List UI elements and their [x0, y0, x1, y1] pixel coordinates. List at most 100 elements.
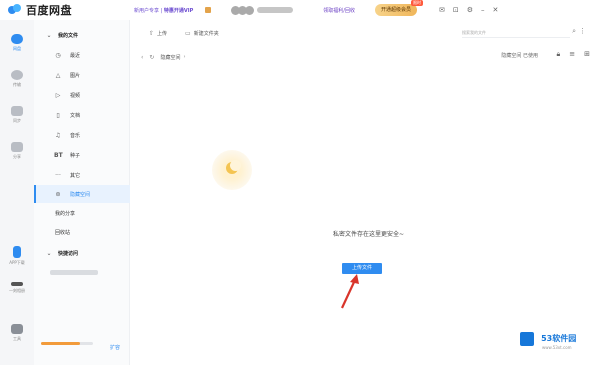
more-vertical-icon[interactable]: ⋮ — [579, 27, 586, 35]
folder-plus-icon: ▭ — [185, 29, 191, 37]
chevron-down-icon: ⌄ — [46, 31, 52, 39]
user-avatar[interactable] — [231, 5, 294, 15]
music-icon: ♫ — [55, 131, 61, 139]
upload-button[interactable]: ⇧ 上传 — [149, 30, 167, 37]
rail-item-cloud[interactable]: 网盘 — [0, 34, 34, 52]
watermark-box-icon — [520, 331, 534, 346]
sidebar-item-recycle-bin[interactable]: 回收站 — [34, 223, 130, 241]
rail-label: 一刻相册 — [9, 288, 25, 293]
back-icon[interactable]: ‹ — [141, 54, 143, 61]
settings-icon[interactable]: ⚙ — [467, 5, 473, 15]
rail-label: APP下载 — [9, 260, 25, 265]
bt-icon: BT — [54, 151, 63, 159]
rail-item-share[interactable]: 分享 — [0, 142, 34, 160]
empty-state-message: 私密文件存在这里更安全~ — [332, 231, 405, 238]
sidebar-item-label: 图片 — [70, 72, 81, 79]
red-arrow-annotation-icon — [341, 274, 359, 309]
watermark-logo: 53软件园 www.53xt.com — [520, 328, 576, 350]
promo-prefix: 新用户专享 — [134, 7, 160, 14]
sidebar-item-music[interactable]: ♫ 音乐 — [34, 126, 130, 144]
quick-access-item[interactable] — [50, 270, 98, 275]
welfare-link[interactable]: 领取福利/回收 — [323, 7, 355, 14]
rail-item-album[interactable]: 一刻相册 — [0, 282, 34, 294]
open-membership-button[interactable]: 开通超级会员 限时 — [374, 0, 423, 16]
app-window: 百度网盘 新用户专享 | 特惠开通VIP 领取福利/回收 开通超级会员 限时 ✉… — [0, 0, 596, 365]
sidebar: ⌄ 我的文件 ◷ 最近 △ 图片 ▷ 视频 ▯ 文档 ♫ 音乐 BT 种子 ··… — [34, 20, 130, 365]
sidebar-item-my-share[interactable]: 我的分享 — [34, 204, 130, 222]
new-folder-button[interactable]: ▭ 新建文件夹 — [185, 30, 219, 37]
cloud-logo-icon — [8, 4, 22, 16]
lock-icon[interactable]: 🔒︎ — [557, 50, 561, 59]
more-dots-icon: ··· — [55, 171, 61, 179]
sidebar-item-label: 其它 — [70, 172, 81, 179]
mail-icon[interactable]: ✉ — [439, 5, 445, 15]
left-rail: 网盘 传输 同步 分享 APP下载 一刻相册 工具 — [0, 20, 34, 365]
doc-icon: ▯ — [56, 111, 60, 119]
toolbar: ⇧ 上传 ▭ 新建文件夹 搜索我的文件 ⌕ ⋮ — [131, 20, 596, 46]
phone-icon — [13, 246, 21, 258]
search-icon[interactable]: ⌕ — [572, 27, 576, 36]
promo-text[interactable]: 新用户专享 | 特惠开通VIP — [134, 7, 193, 14]
lock-icon: ⊜ — [55, 190, 61, 198]
hidden-space-usage: 隐藏空间 已使用 — [501, 53, 538, 59]
chevron-down-icon: ⌄ — [46, 249, 52, 257]
sidebar-item-label: 隐藏空间 — [70, 191, 91, 198]
rail-item-app-download[interactable]: APP下载 — [0, 246, 34, 266]
vip-badge-icon[interactable] — [205, 7, 212, 13]
sidebar-item-label: 音乐 — [70, 132, 81, 139]
sidebar-item-images[interactable]: △ 图片 — [34, 66, 130, 84]
sidebar-item-label: 最近 — [70, 52, 81, 59]
rail-label: 同步 — [13, 118, 21, 123]
sidebar-item-other[interactable]: ··· 其它 — [34, 166, 130, 184]
sidebar-item-label: 回收站 — [55, 229, 71, 236]
sidebar-item-label: 文档 — [70, 112, 81, 119]
rail-label: 分享 — [13, 154, 21, 159]
skin-icon[interactable]: ⊡ — [453, 5, 459, 15]
chevron-right-icon: › — [183, 54, 186, 60]
close-icon[interactable]: ✕ — [493, 5, 499, 15]
app-title: 百度网盘 — [26, 4, 72, 17]
sidebar-item-docs[interactable]: ▯ 文档 — [34, 106, 130, 124]
moon-icon — [226, 160, 241, 174]
storage-progress-bar — [41, 342, 93, 345]
rail-label: 工具 — [13, 336, 21, 341]
cloud-icon — [11, 34, 23, 44]
window-controls: ✉ ⊡ ⚙ – ✕ — [439, 5, 506, 15]
rail-label: 传输 — [13, 82, 21, 87]
empty-state-illustration — [212, 150, 252, 190]
sidebar-item-videos[interactable]: ▷ 视频 — [34, 86, 130, 104]
sort-icon[interactable]: ≡ — [569, 50, 575, 59]
search-input[interactable]: 搜索我的文件 — [462, 28, 570, 38]
upload-label: 上传 — [157, 30, 168, 37]
expand-storage-link[interactable]: 扩容 — [110, 344, 120, 351]
breadcrumb-current[interactable]: 隐藏空间 — [160, 54, 180, 61]
rail-item-sync[interactable]: 同步 — [0, 106, 34, 124]
sidebar-item-torrents[interactable]: BT 种子 — [34, 146, 130, 164]
view-controls: 🔒︎ ≡ ⊞ — [548, 50, 590, 59]
storage-progress-fill — [41, 342, 80, 345]
sidebar-item-recent[interactable]: ◷ 最近 — [34, 46, 130, 64]
app-logo: 百度网盘 — [8, 2, 72, 18]
sidebar-item-hidden-space[interactable]: ⊜ 隐藏空间 — [34, 185, 130, 203]
sidebar-group-label: 快捷访问 — [58, 250, 79, 257]
sync-icon — [11, 106, 23, 116]
album-icon — [11, 282, 23, 286]
video-icon: ▷ — [55, 91, 61, 99]
sidebar-item-label: 视频 — [70, 92, 81, 99]
grid-view-icon[interactable]: ⊞ — [584, 50, 590, 59]
transfer-icon — [11, 70, 23, 80]
member-button-label: 开通超级会员 — [380, 7, 411, 13]
member-tag: 限时 — [411, 0, 423, 6]
rail-item-transfer[interactable]: 传输 — [0, 70, 34, 88]
new-folder-label: 新建文件夹 — [193, 30, 219, 37]
sidebar-group-quick-access[interactable]: ⌄ 快捷访问 — [34, 244, 130, 262]
watermark-url: www.53xt.com — [542, 345, 572, 350]
main-panel: ⇧ 上传 ▭ 新建文件夹 搜索我的文件 ⌕ ⋮ ‹ ↻ 隐藏空间 › 隐藏空间 … — [131, 20, 596, 365]
sidebar-group-my-files[interactable]: ⌄ 我的文件 — [34, 26, 130, 44]
share-icon — [11, 142, 23, 152]
promo-highlight: 特惠开通VIP — [163, 7, 194, 14]
rail-item-tools[interactable]: 工具 — [0, 324, 34, 342]
minimize-icon[interactable]: – — [481, 5, 485, 15]
title-bar: 百度网盘 新用户专享 | 特惠开通VIP 领取福利/回收 开通超级会员 限时 ✉… — [0, 0, 596, 20]
refresh-icon[interactable]: ↻ — [149, 54, 154, 61]
